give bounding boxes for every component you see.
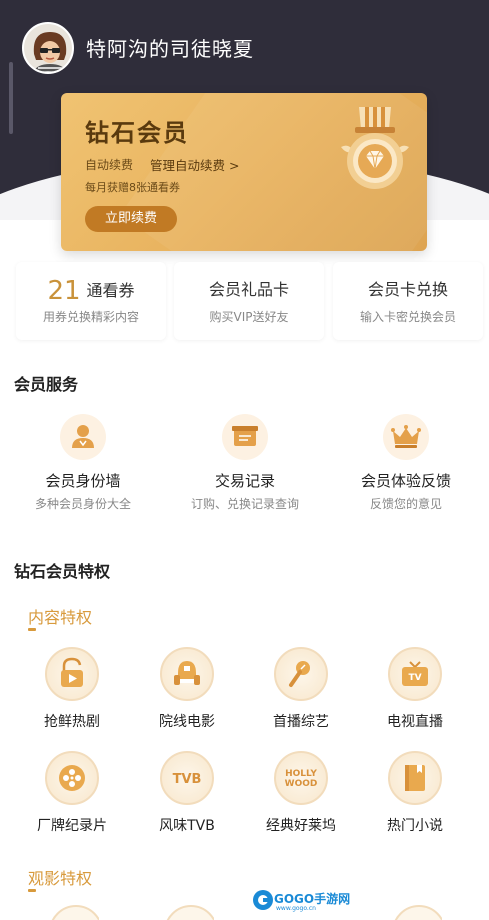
card-redeem-card[interactable]: 会员卡兑换 输入卡密兑换会员 — [333, 262, 483, 340]
tv-icon: TV — [388, 647, 442, 701]
privilege-icon-partial[interactable] — [164, 905, 214, 920]
cinema-seat-icon — [160, 647, 214, 701]
scroll-indicator[interactable] — [9, 62, 13, 134]
auto-renew-label: 自动续费 — [85, 158, 134, 172]
diamond-medal-icon — [341, 107, 409, 189]
privilege-hot-drama[interactable]: 抢鲜热剧 — [22, 647, 122, 731]
watermark-logo: GOGO手游网 www.gogo.cn — [252, 887, 352, 915]
hollywood-icon: HOLLY WOOD — [274, 751, 328, 805]
viewing-privileges-title: 观影特权 — [28, 869, 93, 888]
privilege-label: 风味TVB — [159, 818, 215, 834]
ticket-count: 21 — [47, 276, 81, 306]
privilege-cinema[interactable]: 院线电影 — [137, 647, 237, 731]
privilege-tv-live[interactable]: TV 电视直播 — [365, 647, 465, 731]
services-title: 会员服务 — [14, 375, 79, 394]
tvb-icon: TVB — [160, 751, 214, 805]
gogo-logo-icon — [253, 890, 273, 910]
service-feedback[interactable]: 会员体验反馈 反馈您的意见 — [331, 414, 481, 512]
privilege-label: 抢鲜热剧 — [44, 714, 100, 730]
privilege-hollywood[interactable]: HOLLY WOOD 经典好莱坞 — [251, 751, 351, 835]
vip-membership-card[interactable]: 钻石会员 自动续费 管理自动续费 > 每月获赠8张通看券 立即续费 — [61, 93, 427, 251]
privilege-label: 厂牌纪录片 — [37, 818, 107, 834]
svg-text:TVB: TVB — [173, 772, 202, 787]
tickets-title: 通看券 — [86, 281, 135, 300]
member-badge-icon — [60, 414, 106, 460]
service-transactions[interactable]: 交易记录 订购、兑换记录查询 — [170, 414, 320, 512]
content-privileges-underline — [28, 628, 36, 631]
privilege-label: 电视直播 — [387, 714, 443, 730]
username: 特阿沟的司徒晓夏 — [86, 37, 254, 61]
privilege-icon-partial[interactable] — [49, 905, 99, 920]
privilege-label: 首播综艺 — [273, 714, 329, 730]
viewing-privileges-underline — [28, 889, 36, 892]
service-subtitle: 多种会员身份大全 — [34, 497, 131, 511]
privilege-label: 热门小说 — [387, 818, 443, 834]
gift-card-card[interactable]: 会员礼品卡 购买VIP送好友 — [174, 262, 324, 340]
service-label: 会员身份墙 — [45, 472, 121, 490]
avatar[interactable] — [22, 22, 74, 74]
service-subtitle: 反馈您的意见 — [369, 497, 442, 511]
privilege-documentary[interactable]: 厂牌纪录片 — [22, 751, 122, 835]
service-label: 交易记录 — [214, 472, 275, 490]
privilege-tvb[interactable]: TVB 风味TVB — [137, 751, 237, 835]
gift-card-subtitle: 购买VIP送好友 — [209, 310, 289, 324]
watermark-url: www.gogo.cn — [276, 905, 316, 912]
service-member-wall[interactable]: 会员身份墙 多种会员身份大全 — [8, 414, 158, 512]
svg-text:TV: TV — [408, 673, 421, 683]
book-icon — [388, 751, 442, 805]
microphone-icon — [274, 647, 328, 701]
film-reel-icon — [45, 751, 99, 805]
service-label: 会员体验反馈 — [360, 472, 451, 490]
svg-text:HOLLY: HOLLY — [285, 769, 317, 779]
renew-now-button[interactable]: 立即续费 — [85, 206, 177, 232]
privileges-title: 钻石会员特权 — [14, 562, 111, 581]
svg-text:WOOD: WOOD — [285, 779, 318, 789]
service-subtitle: 订购、兑换记录查询 — [190, 497, 299, 511]
tickets-subtitle: 用券兑换精彩内容 — [42, 310, 139, 324]
privilege-label: 院线电影 — [159, 714, 215, 730]
privilege-label: 经典好莱坞 — [266, 818, 336, 834]
tickets-card[interactable]: 21 通看券 用券兑换精彩内容 — [16, 262, 166, 340]
privilege-icon-partial[interactable] — [392, 905, 442, 920]
privilege-variety-show[interactable]: 首播综艺 — [251, 647, 351, 731]
transaction-box-icon — [222, 414, 268, 460]
card-redeem-title: 会员卡兑换 — [367, 280, 448, 299]
card-redeem-subtitle: 输入卡密兑换会员 — [359, 310, 456, 324]
manage-auto-renew-link[interactable]: 管理自动续费 > — [150, 155, 239, 174]
crown-icon — [383, 414, 429, 460]
gift-card-title: 会员礼品卡 — [208, 280, 289, 299]
content-privileges-title: 内容特权 — [28, 608, 93, 627]
vip-title: 钻石会员 — [85, 119, 189, 147]
privilege-novels[interactable]: 热门小说 — [365, 751, 465, 835]
monthly-bonus-note: 每月获赠8张通看券 — [85, 181, 180, 194]
play-lock-icon — [45, 647, 99, 701]
